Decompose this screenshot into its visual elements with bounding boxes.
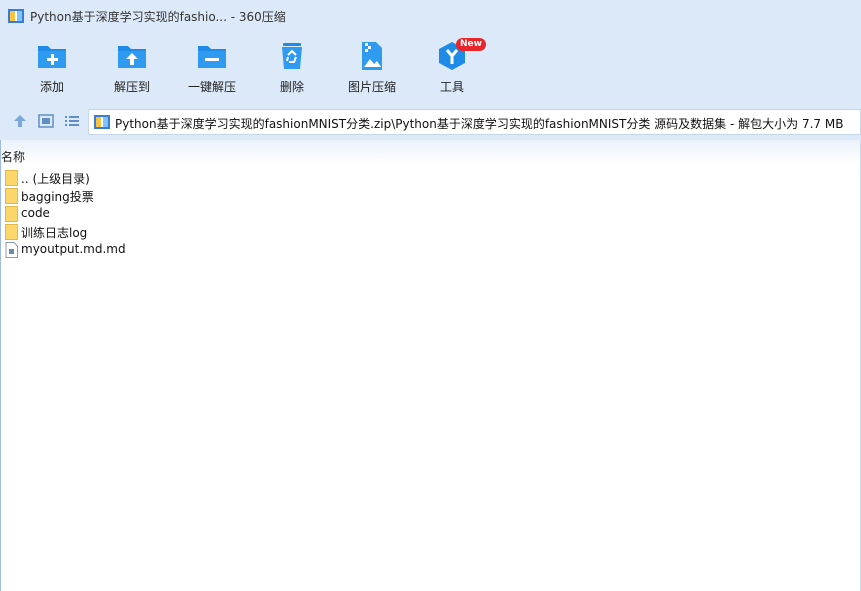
column-header-name[interactable]: 名称 bbox=[1, 148, 25, 165]
tools-button[interactable]: New 工具 bbox=[412, 38, 492, 98]
document-file-icon bbox=[5, 242, 18, 258]
list-item-name: bagging投票 bbox=[21, 190, 94, 204]
window-title: Python基于深度学习实现的fashio... - 360压缩 bbox=[30, 10, 286, 24]
one-click-extract-button[interactable]: 一键解压 bbox=[172, 38, 252, 98]
folder-icon bbox=[5, 188, 18, 204]
extract-to-button[interactable]: 解压到 bbox=[92, 38, 172, 98]
folder-icon bbox=[5, 206, 18, 222]
list-item[interactable]: bagging投票 bbox=[0, 187, 861, 205]
app-window: Python基于深度学习实现的fashio... - 360压缩 添加 解压到 bbox=[0, 0, 861, 591]
thumbnail-view-icon[interactable] bbox=[38, 113, 54, 129]
folder-icon bbox=[5, 170, 18, 186]
list-view-icon[interactable] bbox=[64, 113, 80, 129]
list-item[interactable]: myoutput.md.md bbox=[0, 241, 861, 259]
list-item-name: 训练日志log bbox=[21, 226, 88, 240]
new-badge: New bbox=[456, 38, 486, 51]
add-folder-icon bbox=[38, 46, 66, 68]
list-header-background bbox=[0, 140, 861, 164]
file-list: .. (上级目录) bagging投票 code 训练日志log myoutpu… bbox=[0, 169, 861, 259]
one-click-extract-icon bbox=[198, 46, 226, 68]
navigation-bar: Python基于深度学习实现的fashionMNIST分类.zip\Python… bbox=[0, 102, 861, 140]
tools-label: 工具 bbox=[439, 80, 464, 94]
address-bar[interactable]: Python基于深度学习实现的fashionMNIST分类.zip\Python… bbox=[88, 109, 861, 135]
image-compress-label: 图片压缩 bbox=[347, 80, 396, 94]
left-border bbox=[0, 140, 1, 591]
title-bar[interactable]: Python基于深度学习实现的fashio... - 360压缩 bbox=[0, 0, 861, 32]
list-item-name: code bbox=[21, 206, 50, 220]
extract-to-icon bbox=[118, 46, 146, 68]
image-compress-button[interactable]: 图片压缩 bbox=[332, 38, 412, 98]
toolbar: 添加 解压到 一键解压 删除 图片压缩 New 工具 bbox=[0, 32, 861, 102]
list-item-name: myoutput.md.md bbox=[21, 242, 126, 256]
one-click-extract-label: 一键解压 bbox=[187, 80, 236, 94]
list-item-name: .. (上级目录) bbox=[21, 172, 90, 186]
delete-button[interactable]: 删除 bbox=[252, 38, 332, 98]
list-item[interactable]: code bbox=[0, 205, 861, 223]
folder-icon bbox=[5, 224, 18, 240]
extract-to-label: 解压到 bbox=[113, 80, 150, 94]
list-item[interactable]: 训练日志log bbox=[0, 223, 861, 241]
address-path: Python基于深度学习实现的fashionMNIST分类.zip\Python… bbox=[115, 117, 844, 131]
up-arrow-icon[interactable] bbox=[12, 113, 28, 129]
list-item[interactable]: .. (上级目录) bbox=[0, 169, 861, 187]
recycle-bin-icon bbox=[282, 43, 302, 69]
delete-label: 删除 bbox=[279, 80, 304, 94]
add-button[interactable]: 添加 bbox=[12, 38, 92, 98]
add-label: 添加 bbox=[39, 80, 64, 94]
image-compress-icon bbox=[362, 42, 382, 70]
archive-icon bbox=[94, 115, 110, 129]
archive-app-icon bbox=[8, 9, 24, 23]
